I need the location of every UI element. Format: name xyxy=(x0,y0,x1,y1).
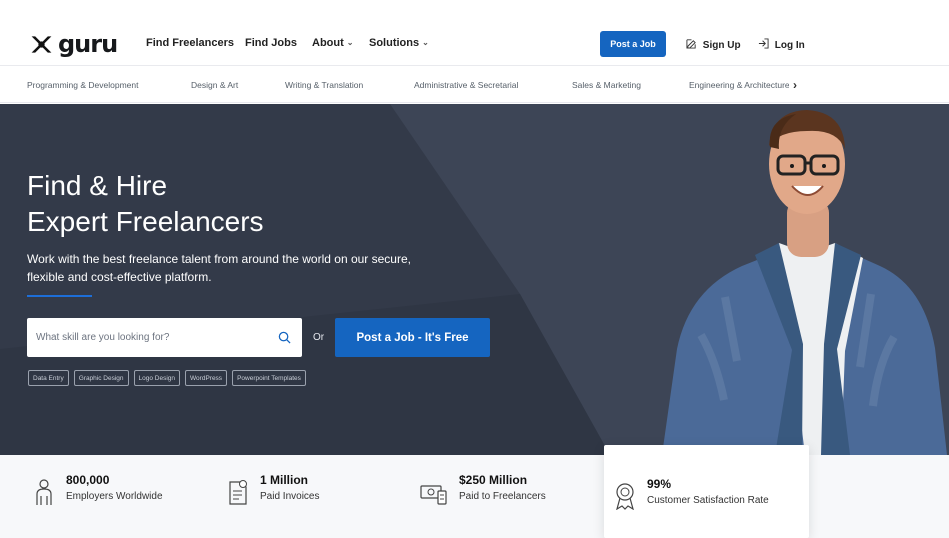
money-icon xyxy=(420,485,447,505)
edit-icon xyxy=(686,39,696,49)
guru-logo[interactable]: guru xyxy=(28,30,118,58)
category-sales[interactable]: Sales & Marketing xyxy=(572,80,641,90)
skill-search-input[interactable] xyxy=(27,318,257,357)
hero-person-image xyxy=(662,110,947,455)
top-navigation: guru Find Freelancers Find Jobs About ⌄ S… xyxy=(0,0,949,66)
category-writing[interactable]: Writing & Translation xyxy=(285,80,363,90)
log-in-link[interactable]: Log In xyxy=(758,38,805,51)
tag-wordpress[interactable]: WordPress xyxy=(185,370,228,386)
category-bar: Programming & Development Design & Art W… xyxy=(0,67,949,103)
nav-about[interactable]: About ⌄ xyxy=(312,37,353,49)
stat-invoices: 1 Million Paid Invoices xyxy=(227,473,319,506)
chevron-down-icon: ⌄ xyxy=(422,38,429,47)
category-design[interactable]: Design & Art xyxy=(191,80,238,90)
stat-employers: 800,000 Employers Worldwide xyxy=(33,473,163,506)
login-icon xyxy=(758,38,769,49)
brand-name: guru xyxy=(58,30,118,58)
guru-logo-icon xyxy=(31,35,52,53)
satisfaction-card: 99% Customer Satisfaction Rate xyxy=(604,445,809,538)
hero-divider xyxy=(27,295,92,297)
category-programming[interactable]: Programming & Development xyxy=(27,80,139,90)
invoice-icon xyxy=(229,480,247,505)
hero-section: Find & Hire Expert Freelancers Work with… xyxy=(0,104,949,455)
hero-title: Find & Hire Expert Freelancers xyxy=(27,170,264,237)
popular-skill-tags: Data Entry Graphic Design Logo Design Wo… xyxy=(28,370,306,386)
skill-search-box xyxy=(27,318,302,357)
tag-logo-design[interactable]: Logo Design xyxy=(133,370,181,386)
employer-icon xyxy=(36,479,52,505)
sign-up-link[interactable]: Sign Up xyxy=(686,38,741,51)
category-administrative[interactable]: Administrative & Secretarial xyxy=(414,80,518,90)
tag-data-entry[interactable]: Data Entry xyxy=(28,370,69,386)
search-icon[interactable] xyxy=(278,331,291,344)
chevron-right-icon[interactable]: › xyxy=(793,78,797,92)
stat-satisfaction: 99% Customer Satisfaction Rate xyxy=(614,477,769,510)
nav-solutions[interactable]: Solutions ⌄ xyxy=(369,37,429,49)
category-engineering[interactable]: Engineering & Architecture xyxy=(689,80,789,90)
award-icon xyxy=(616,483,634,510)
chevron-down-icon: ⌄ xyxy=(346,38,354,47)
nav-find-jobs[interactable]: Find Jobs xyxy=(245,37,297,49)
post-job-free-button[interactable]: Post a Job - It's Free xyxy=(335,318,490,357)
nav-find-freelancers[interactable]: Find Freelancers xyxy=(146,37,234,49)
stat-paid-freelancers: $250 Million Paid to Freelancers xyxy=(420,473,546,506)
post-job-button[interactable]: Post a Job xyxy=(600,31,666,57)
tag-powerpoint[interactable]: Powerpoint Templates xyxy=(232,370,306,386)
tag-graphic-design[interactable]: Graphic Design xyxy=(73,370,129,386)
hero-subtitle: Work with the best freelance talent from… xyxy=(27,252,411,284)
or-label: Or xyxy=(313,332,325,343)
